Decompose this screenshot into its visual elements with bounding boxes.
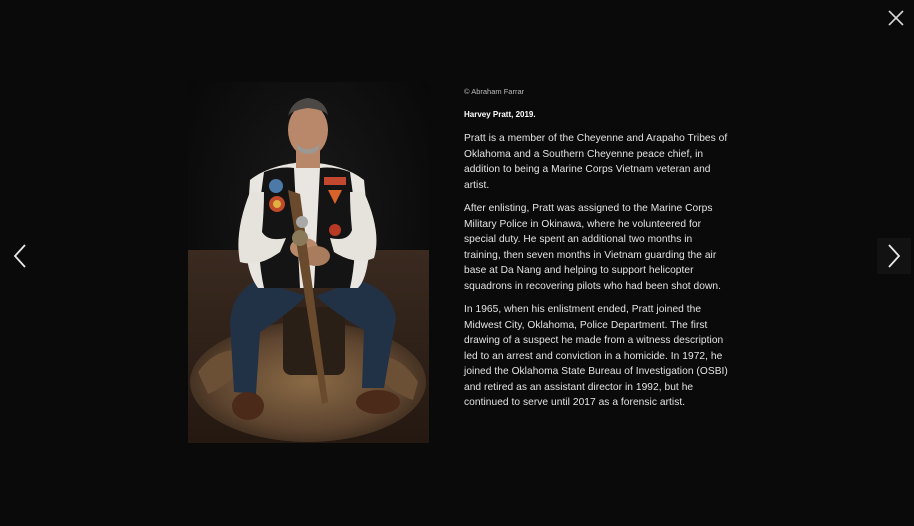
next-image-button[interactable] <box>877 238 911 274</box>
photo-credit: © Abraham Farrar <box>464 87 525 96</box>
close-icon <box>888 10 904 26</box>
image-lightbox: © Abraham Farrar Harvey Pratt, 2019. Pra… <box>0 0 914 526</box>
caption-paragraph: In 1965, when his enlistment ended, Prat… <box>464 304 728 408</box>
caption-paragraph: After enlisting, Pratt was assigned to t… <box>464 203 721 292</box>
chevron-left-icon <box>13 244 26 268</box>
portrait-photo <box>188 82 429 443</box>
previous-image-button[interactable] <box>3 238 37 274</box>
close-button[interactable] <box>887 9 905 27</box>
caption-title: Harvey Pratt, 2019. <box>464 110 536 119</box>
caption-panel: © Abraham Farrar Harvey Pratt, 2019. Pra… <box>464 86 728 419</box>
caption-paragraph: Pratt is a member of the Cheyenne and Ar… <box>464 133 728 191</box>
chevron-right-icon <box>888 244 901 268</box>
